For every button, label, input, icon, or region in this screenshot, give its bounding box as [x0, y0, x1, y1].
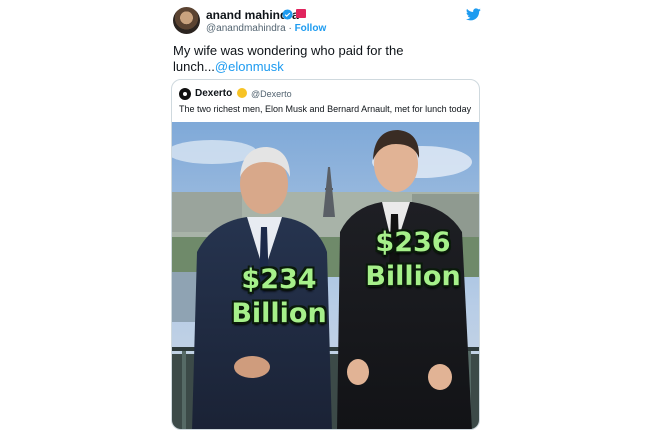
quote-author-handle[interactable]: @Dexerto [251, 89, 292, 99]
handle-separator: · [288, 23, 292, 34]
left-caption-value: $234 [241, 264, 317, 295]
tweet: anand mahindra @anandmahindra · Follow M… [170, 0, 490, 433]
flag-icon [296, 9, 306, 18]
quote-author-name[interactable]: Dexerto [195, 88, 232, 99]
right-caption-unit: Billion [365, 261, 461, 292]
twitter-bird-icon[interactable] [466, 8, 481, 21]
author-avatar[interactable] [173, 7, 200, 34]
left-net-worth-caption: $234 Billion [214, 263, 344, 331]
author-handle[interactable]: @anandmahindra [206, 23, 286, 34]
tweet-body: My wife was wondering who paid for the l… [173, 43, 404, 74]
quote-text: The two richest men, Elon Musk and Berna… [179, 104, 472, 114]
right-caption-value: $236 [375, 227, 451, 258]
quote-verified-badge-icon [237, 88, 247, 98]
right-net-worth-caption: $236 Billion [348, 226, 478, 294]
tweet-text: My wife was wondering who paid for the l… [173, 43, 473, 75]
follow-button[interactable]: Follow [295, 23, 327, 34]
verified-badge-icon [282, 9, 293, 20]
quoted-photo[interactable]: $234 Billion $236 Billion [172, 122, 479, 429]
quoted-tweet-card[interactable]: Dexerto @Dexerto The two richest men, El… [171, 79, 480, 430]
quote-author-avatar[interactable] [179, 88, 191, 100]
left-caption-unit: Billion [231, 298, 327, 329]
handle-line: @anandmahindra · Follow [206, 23, 326, 34]
mention-link[interactable]: @elonmusk [215, 59, 284, 74]
